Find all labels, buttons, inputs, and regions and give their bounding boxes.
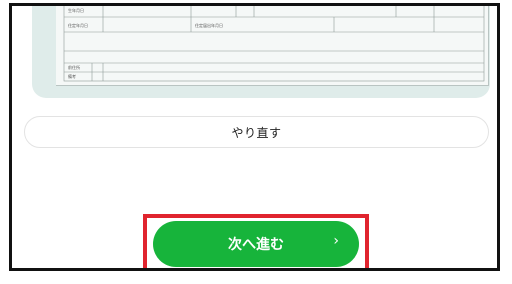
screen-frame: 生年月日 住定年月日 住定届出年月日 前住所 備考 やり直す 次へ進む › [9, 3, 500, 271]
form-grid: 生年月日 住定年月日 住定届出年月日 前住所 備考 [63, 6, 485, 82]
retry-button-label: やり直す [231, 125, 282, 140]
residence-certificate-image: 生年月日 住定年月日 住定届出年月日 前住所 備考 [56, 6, 489, 86]
next-button-label: 次へ進む [228, 237, 284, 253]
next-button[interactable]: 次へ進む › [153, 221, 359, 267]
document-preview: 生年月日 住定年月日 住定届出年月日 前住所 備考 [32, 6, 490, 98]
label-residence-report: 住定届出年月日 [195, 22, 223, 28]
chevron-right-icon: › [333, 233, 339, 249]
label-residence-start: 住定年月日 [68, 22, 88, 28]
label-prev-address: 前住所 [68, 64, 80, 70]
retry-button[interactable]: やり直す [24, 116, 489, 148]
label-birth-date: 生年月日 [68, 7, 84, 13]
label-remarks: 備考 [68, 73, 76, 79]
